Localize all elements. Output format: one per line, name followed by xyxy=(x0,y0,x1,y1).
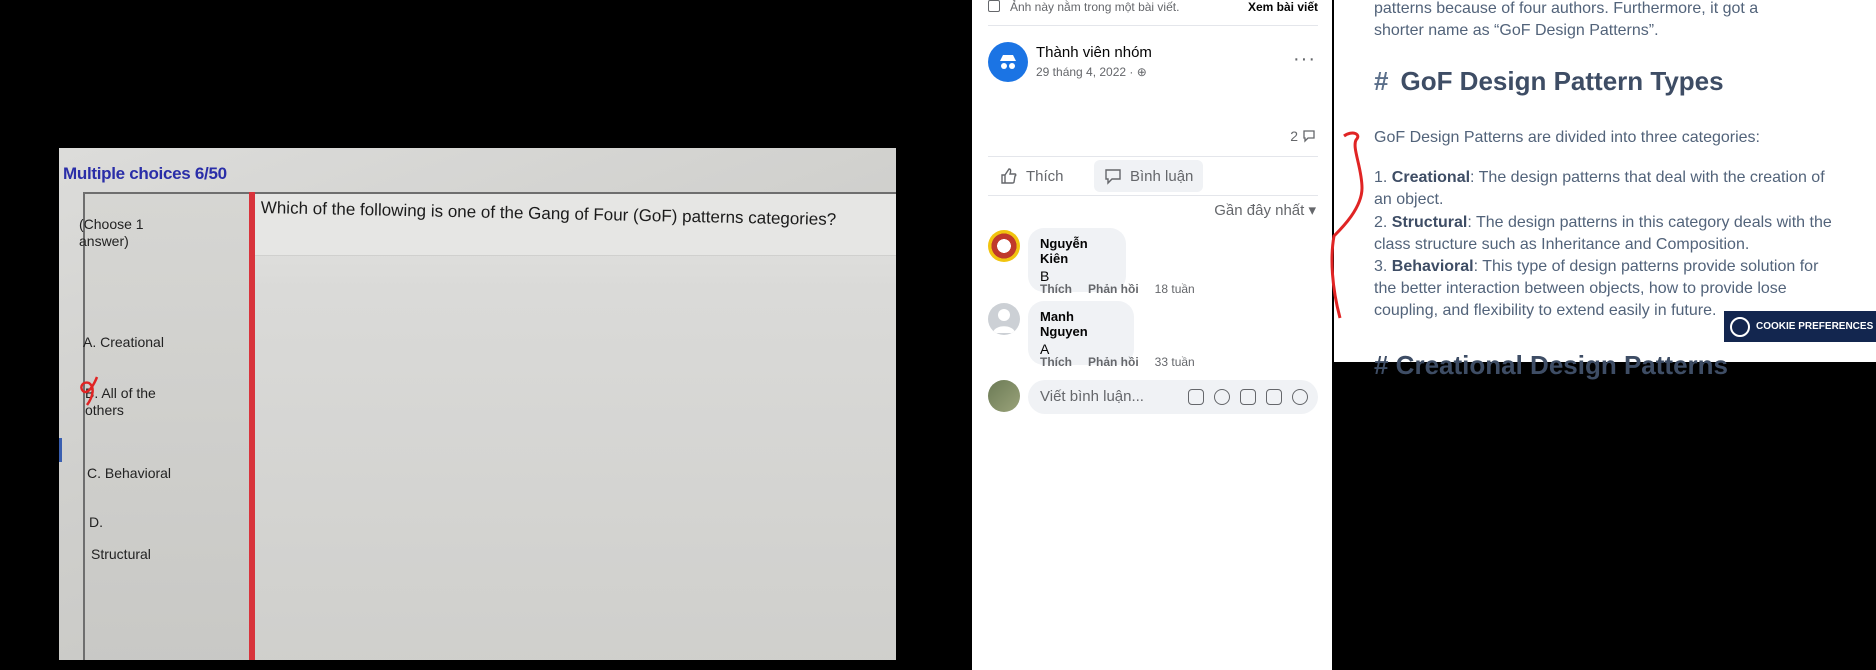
poster-name[interactable]: Thành viên nhóm xyxy=(1036,44,1152,61)
like-label: Thích xyxy=(1026,167,1064,185)
comment-time[interactable]: 18 tuần xyxy=(1155,282,1195,296)
option-d: D. xyxy=(89,514,103,530)
comment-reply-link[interactable]: Phản hồi xyxy=(1088,355,1139,369)
comment-tools xyxy=(1188,389,1308,405)
camera-icon[interactable] xyxy=(1240,389,1256,405)
comment-button[interactable]: Bình luận xyxy=(1094,160,1204,192)
current-user-avatar[interactable] xyxy=(988,380,1020,412)
question-panel: Which of the following is one of the Gan… xyxy=(255,192,896,660)
comment-label: Bình luận xyxy=(1130,167,1194,185)
emoji-icon[interactable] xyxy=(1214,389,1230,405)
intro-line-2: shorter name as “GoF Design Patterns”. xyxy=(1374,22,1659,39)
comment-meta: Thích Phản hồi 33 tuần xyxy=(1040,355,1195,369)
anonymous-icon xyxy=(1000,55,1016,69)
comment-like-link[interactable]: Thích xyxy=(1040,282,1072,296)
commenter-avatar[interactable] xyxy=(988,303,1020,335)
comment-meta: Thích Phản hồi 18 tuần xyxy=(1040,282,1195,296)
categories-lead: GoF Design Patterns are divided into thr… xyxy=(1374,129,1760,146)
option-a: A. Creational xyxy=(83,334,164,350)
commenter-avatar[interactable] xyxy=(988,230,1020,262)
sticker-icon[interactable] xyxy=(1292,389,1308,405)
category-term: Structural xyxy=(1391,214,1468,231)
exam-photo: Multiple choices 6/50 Which of the follo… xyxy=(59,148,896,660)
category-item: 1. Creational: The design patterns that … xyxy=(1374,167,1844,211)
gif-icon[interactable] xyxy=(1266,389,1282,405)
post-actions: Thích Bình luận xyxy=(988,156,1318,196)
cookie-preferences-button[interactable]: COOKIE PREFERENCES xyxy=(1724,311,1876,342)
answer-column xyxy=(83,192,251,660)
red-circle-mark-icon xyxy=(80,376,99,406)
section-heading: # GoF Design Pattern Types xyxy=(1374,66,1724,97)
intro-line-1: patterns because of four authors. Furthe… xyxy=(1374,0,1759,17)
photo-in-post-note: Ảnh này nằm trong một bài viết. xyxy=(1010,0,1180,14)
write-comment-placeholder: Viết bình luận... xyxy=(1040,388,1144,405)
post-date[interactable]: 29 tháng 4, 2022 · ⊕ xyxy=(1036,65,1147,79)
heading-anchor[interactable]: # xyxy=(1374,66,1388,96)
comment-reply-link[interactable]: Phản hồi xyxy=(1088,282,1139,296)
post-context-bar: Ảnh này nằm trong một bài viết. Xem bài … xyxy=(988,0,1318,26)
red-bracket-mark-icon xyxy=(1330,131,1364,319)
view-post-link[interactable]: Xem bài viết xyxy=(1248,0,1318,14)
category-item: 2. Structural: The design patterns in th… xyxy=(1374,212,1844,256)
thumbs-up-icon xyxy=(1001,168,1017,184)
like-button[interactable]: Thích xyxy=(990,160,1074,192)
more-options-icon[interactable]: ··· xyxy=(1293,48,1316,71)
comment-time[interactable]: 33 tuần xyxy=(1155,355,1195,369)
write-comment-input[interactable]: Viết bình luận... xyxy=(1028,380,1318,414)
comment-bubble-icon xyxy=(1303,130,1315,143)
comment-count-value: 2 xyxy=(1290,128,1298,144)
option-c: C. Behavioral xyxy=(87,465,172,481)
question-counter: Multiple choices 6/50 xyxy=(63,164,227,183)
comment-sort-dropdown[interactable]: Gần đây nhất ▾ xyxy=(1214,201,1316,219)
commenter-name[interactable]: Nguyễn Kiên xyxy=(1040,236,1114,266)
globe-icon: ⊕ xyxy=(1136,65,1147,79)
scroll-tick xyxy=(59,438,62,462)
category-term: Behavioral xyxy=(1391,258,1474,275)
option-d-text: Structural xyxy=(91,546,151,562)
article-panel: patterns because of four authors. Furthe… xyxy=(1330,0,1876,380)
cookie-icon xyxy=(1730,316,1750,337)
anonymous-member-avatar[interactable] xyxy=(988,42,1028,82)
choose-instruction: (Choose 1 answer) xyxy=(79,216,144,249)
comment-count[interactable]: 2 xyxy=(1290,128,1316,144)
divider-bar xyxy=(249,192,255,660)
heading-text: GoF Design Pattern Types xyxy=(1400,66,1724,96)
commenter-name[interactable]: Manh Nguyen xyxy=(1040,309,1122,339)
category-term: Creational xyxy=(1391,169,1471,186)
cookie-label: COOKIE PREFERENCES xyxy=(1756,321,1874,332)
next-section-heading: # Creational Design Patterns xyxy=(1374,350,1728,380)
avatar-sticker-icon[interactable] xyxy=(1188,389,1204,405)
post-date-text: 29 tháng 4, 2022 · xyxy=(1036,65,1137,79)
comment-like-link[interactable]: Thích xyxy=(1040,355,1072,369)
comment-icon xyxy=(1105,169,1121,185)
document-icon xyxy=(988,0,1000,12)
facebook-panel: Ảnh này nằm trong một bài viết. Xem bài … xyxy=(972,0,1332,670)
default-user-icon xyxy=(993,309,1015,333)
